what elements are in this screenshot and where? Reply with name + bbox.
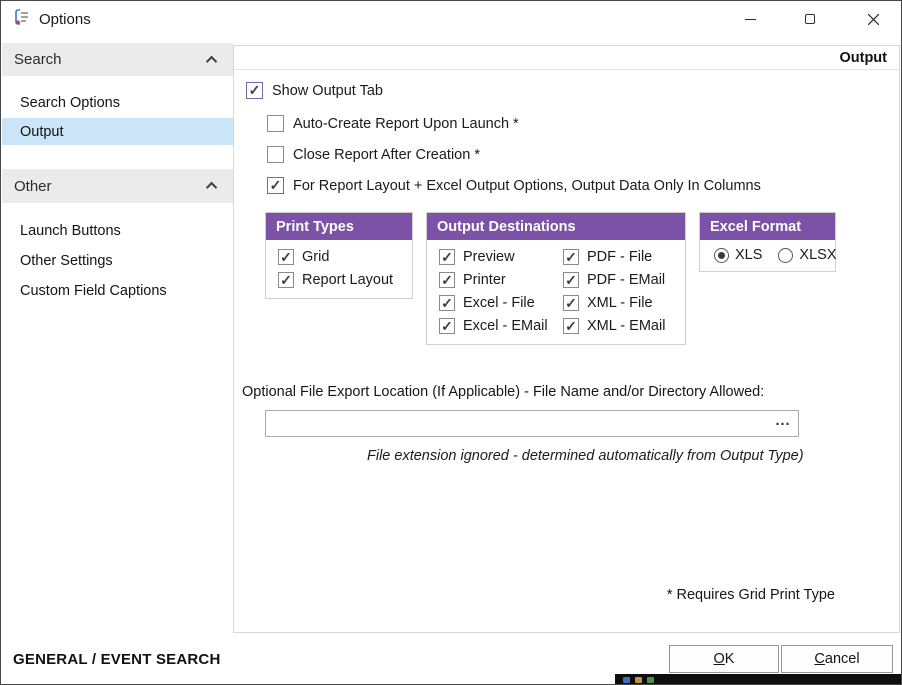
checkbox-output-data-only-in-columns[interactable]: For Report Layout + Excel Output Options…: [267, 177, 761, 194]
checkbox-xml-email[interactable]: XML - EMail: [563, 318, 679, 334]
taskbar-icon: [623, 677, 630, 683]
checkbox-label: PDF - EMail: [587, 272, 665, 288]
checkbox-icon: [278, 249, 294, 265]
sidebar-item-label: Other Settings: [20, 253, 113, 269]
checkbox-pdf-email[interactable]: PDF - EMail: [563, 272, 679, 288]
checkbox-report-layout[interactable]: Report Layout: [278, 272, 406, 288]
checkbox-label: Preview: [463, 249, 515, 265]
sidebar-item-custom-field-captions[interactable]: Custom Field Captions: [2, 277, 233, 304]
minimize-icon: [745, 19, 756, 20]
window-title: Options: [39, 11, 91, 28]
sidebar-section-other[interactable]: Other: [2, 169, 233, 203]
checkbox-show-output-tab[interactable]: Show Output Tab: [246, 82, 383, 99]
close-icon: [868, 14, 879, 25]
checkbox-label: XML - File: [587, 295, 653, 311]
checkbox-label: For Report Layout + Excel Output Options…: [293, 178, 761, 194]
checkbox-icon: [439, 249, 455, 265]
checkbox-printer[interactable]: Printer: [439, 272, 563, 288]
ok-button-label: OK: [670, 651, 778, 667]
ok-button[interactable]: OK: [669, 645, 779, 673]
checkbox-icon: [563, 318, 579, 334]
checkbox-xml-file[interactable]: XML - File: [563, 295, 679, 311]
sidebar-item-launch-buttons[interactable]: Launch Buttons: [2, 217, 233, 244]
checkbox-label: Show Output Tab: [272, 83, 383, 99]
output-destinations-group: Output Destinations Preview Printer Exce…: [426, 212, 686, 345]
section-label: Other: [14, 178, 52, 195]
checkbox-label: PDF - File: [587, 249, 652, 265]
cancel-button-label: Cancel: [782, 651, 892, 667]
checkbox-icon: [439, 295, 455, 311]
sidebar-item-label: Custom Field Captions: [20, 283, 167, 299]
checkbox-icon: [246, 82, 263, 99]
sidebar-item-other-settings[interactable]: Other Settings: [2, 247, 233, 274]
export-location-input[interactable]: [266, 411, 768, 436]
chevron-up-icon: [206, 182, 217, 193]
radio-xls[interactable]: XLS: [714, 247, 762, 263]
maximize-button[interactable]: [787, 2, 833, 36]
panel-title: Output: [234, 46, 899, 70]
checkbox-label: Close Report After Creation *: [293, 147, 480, 163]
close-button[interactable]: [850, 2, 896, 36]
sidebar-item-label: Search Options: [20, 95, 120, 111]
maximize-icon: [805, 14, 815, 24]
checkbox-icon: [267, 115, 284, 132]
export-location-note: File extension ignored - determined auto…: [367, 448, 804, 464]
sidebar-section-search[interactable]: Search: [2, 43, 233, 76]
group-title: Excel Format: [700, 213, 835, 240]
radio-icon: [714, 248, 729, 263]
radio-label: XLSX: [799, 247, 836, 263]
checkbox-icon: [439, 318, 455, 334]
checkbox-icon: [267, 177, 284, 194]
radio-label: XLS: [735, 247, 762, 263]
cancel-button[interactable]: Cancel: [781, 645, 893, 673]
checkbox-icon: [278, 272, 294, 288]
checkbox-label: Report Layout: [302, 272, 393, 288]
radio-icon: [778, 248, 793, 263]
checkbox-icon: [563, 249, 579, 265]
checkbox-label: Printer: [463, 272, 506, 288]
checkbox-preview[interactable]: Preview: [439, 249, 563, 265]
minimize-button[interactable]: [727, 2, 773, 36]
chevron-up-icon: [206, 55, 217, 66]
taskbar-sliver: [615, 674, 902, 685]
sidebar-item-label: Launch Buttons: [20, 223, 121, 239]
checkbox-excel-email[interactable]: Excel - EMail: [439, 318, 563, 334]
footer-status-label: GENERAL / EVENT SEARCH: [13, 651, 221, 668]
options-dialog: Options Search Search Options Output Oth…: [0, 0, 902, 685]
checkbox-icon: [563, 272, 579, 288]
group-title: Output Destinations: [427, 213, 685, 240]
export-location-label: Optional File Export Location (If Applic…: [242, 384, 764, 400]
sidebar-item-search-options[interactable]: Search Options: [2, 89, 233, 116]
checkbox-icon: [267, 146, 284, 163]
checkbox-pdf-file[interactable]: PDF - File: [563, 249, 679, 265]
output-settings-panel: Output Show Output Tab Auto-Create Repor…: [233, 45, 900, 633]
checkbox-close-report-after-creation[interactable]: Close Report After Creation *: [267, 146, 480, 163]
section-label: Search: [14, 51, 62, 68]
checkbox-auto-create-report[interactable]: Auto-Create Report Upon Launch *: [267, 115, 519, 132]
checkbox-icon: [563, 295, 579, 311]
browse-button[interactable]: ...: [768, 408, 798, 433]
group-title: Print Types: [266, 213, 412, 240]
checkbox-label: Excel - EMail: [463, 318, 548, 334]
sidebar-item-output[interactable]: Output: [2, 118, 233, 145]
checkbox-label: Excel - File: [463, 295, 535, 311]
checkbox-label: XML - EMail: [587, 318, 665, 334]
app-icon: [13, 8, 31, 30]
print-types-group: Print Types Grid Report Layout: [265, 212, 413, 299]
checkbox-grid[interactable]: Grid: [278, 249, 406, 265]
taskbar-icon: [635, 677, 642, 683]
checkbox-excel-file[interactable]: Excel - File: [439, 295, 563, 311]
requires-grid-footnote: * Requires Grid Print Type: [667, 587, 835, 603]
radio-xlsx[interactable]: XLSX: [778, 247, 836, 263]
excel-format-group: Excel Format XLS XLSX: [699, 212, 836, 272]
taskbar-icon: [647, 677, 654, 683]
checkbox-label: Grid: [302, 249, 329, 265]
export-location-field-wrap: ...: [265, 410, 799, 437]
checkbox-icon: [439, 272, 455, 288]
sidebar-item-label: Output: [20, 124, 64, 140]
checkbox-label: Auto-Create Report Upon Launch *: [293, 116, 519, 132]
